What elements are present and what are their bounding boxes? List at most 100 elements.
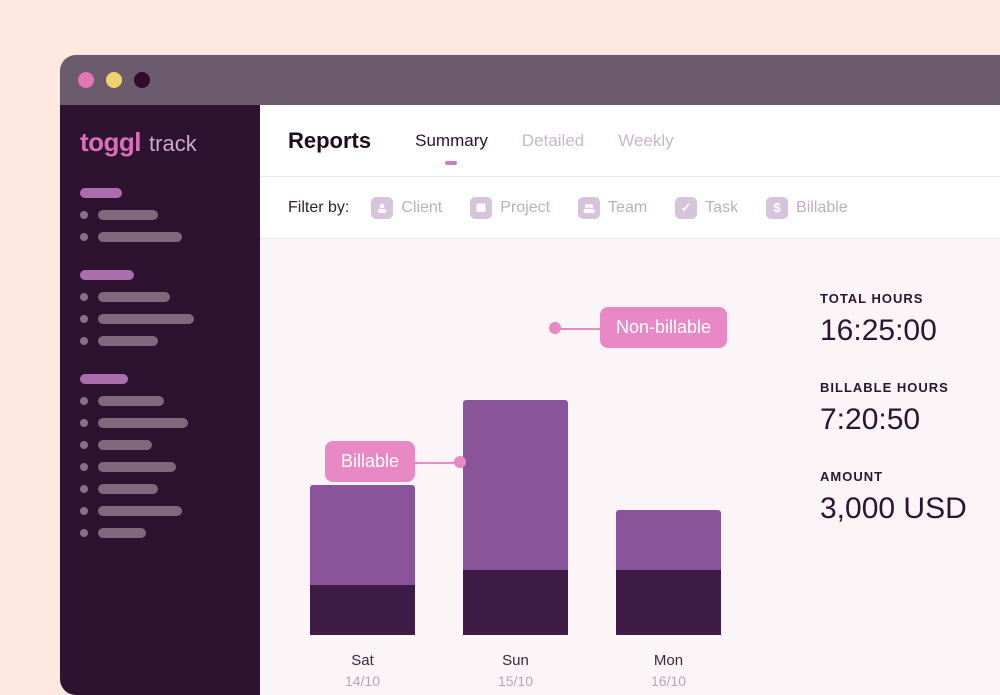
titlebar	[60, 55, 1000, 105]
sidebar-item-bullet-icon	[80, 507, 88, 515]
summary-bar-chart: Sat14/10Sun15/10Mon16/10 Non-billable Bi…	[310, 263, 780, 695]
stat-amount-value: 3,000 USD	[820, 492, 967, 526]
sidebar-item-bullet-icon	[80, 441, 88, 449]
filter-chip-client[interactable]: Client	[371, 197, 442, 219]
axis-date: 14/10	[310, 673, 415, 689]
tab-weekly[interactable]: Weekly	[616, 125, 675, 157]
sidebar-item-label-placeholder	[98, 396, 164, 406]
app-window: toggl track Reports Summary Detailed Weekl…	[60, 55, 1000, 695]
sidebar-item[interactable]	[80, 232, 240, 242]
filter-chip-label: Task	[705, 199, 738, 217]
callout-billable-label: Billable	[341, 451, 399, 472]
filter-chip-team[interactable]: Team	[578, 197, 647, 219]
filter-chip-project[interactable]: Project	[470, 197, 550, 219]
sidebar: toggl track	[60, 105, 260, 695]
sidebar-item-bullet-icon	[80, 397, 88, 405]
bar-segment-billable	[310, 585, 415, 635]
bar-segment-non-billable	[310, 485, 415, 585]
sidebar-group-header	[80, 374, 128, 384]
filter-chip-task[interactable]: ✓ Task	[675, 197, 738, 219]
window-close-dot[interactable]	[78, 72, 94, 88]
axis-day: Sun	[463, 652, 568, 669]
sidebar-item-label-placeholder	[98, 232, 182, 242]
bar-segment-non-billable	[616, 510, 721, 570]
sidebar-item-bullet-icon	[80, 419, 88, 427]
stat-total-hours-label: TOTAL HOURS	[820, 291, 967, 306]
sidebar-group	[80, 374, 240, 538]
sidebar-group-header	[80, 188, 122, 198]
task-icon: ✓	[675, 197, 697, 219]
filter-chip-label: Client	[401, 199, 442, 217]
tab-summary[interactable]: Summary	[413, 125, 490, 157]
sidebar-item-bullet-icon	[80, 337, 88, 345]
billable-icon: $	[766, 197, 788, 219]
brand-sub: track	[149, 131, 197, 157]
client-icon	[371, 197, 393, 219]
axis-day: Mon	[616, 652, 721, 669]
sidebar-item-label-placeholder	[98, 418, 188, 428]
sidebar-item-label-placeholder	[98, 462, 176, 472]
bar-stack[interactable]	[310, 485, 415, 635]
bar-mon	[616, 510, 721, 635]
window-minimize-dot[interactable]	[106, 72, 122, 88]
brand-main: toggl	[80, 127, 141, 158]
sidebar-group-header	[80, 270, 134, 280]
sidebar-item-label-placeholder	[98, 506, 182, 516]
axis-label: Sat 14/10	[310, 652, 415, 689]
bar-stack[interactable]	[463, 400, 568, 635]
callout-non-billable: Non-billable	[600, 307, 727, 348]
axis-date: 16/10	[616, 673, 721, 689]
brand: toggl track	[80, 127, 240, 158]
callout-non-billable-label: Non-billable	[616, 317, 711, 338]
sidebar-item-label-placeholder	[98, 210, 158, 220]
sidebar-item-bullet-icon	[80, 211, 88, 219]
sidebar-item[interactable]	[80, 418, 240, 428]
stat-amount: AMOUNT 3,000 USD	[820, 469, 967, 526]
team-icon	[578, 197, 600, 219]
sidebar-item-label-placeholder	[98, 336, 158, 346]
project-icon	[470, 197, 492, 219]
sidebar-item[interactable]	[80, 314, 240, 324]
sidebar-item-label-placeholder	[98, 484, 158, 494]
content: Sat14/10Sun15/10Mon16/10 Non-billable Bi…	[260, 239, 1000, 695]
sidebar-item[interactable]	[80, 292, 240, 302]
callout-billable: Billable	[325, 441, 415, 482]
sidebar-item[interactable]	[80, 462, 240, 472]
filter-chip-label: Billable	[796, 199, 848, 217]
filter-chip-label: Project	[500, 199, 550, 217]
stat-billable-hours-value: 7:20:50	[820, 403, 967, 437]
sidebar-item[interactable]	[80, 210, 240, 220]
sidebar-item[interactable]	[80, 484, 240, 494]
sidebar-item[interactable]	[80, 506, 240, 516]
page-title: Reports	[288, 128, 371, 154]
stat-billable-hours-label: BILLABLE HOURS	[820, 380, 967, 395]
axis-day: Sat	[310, 652, 415, 669]
sidebar-item-label-placeholder	[98, 292, 170, 302]
sidebar-item-label-placeholder	[98, 440, 152, 450]
stat-total-hours: TOTAL HOURS 16:25:00	[820, 291, 967, 348]
sidebar-item[interactable]	[80, 440, 240, 450]
bar-sat	[310, 485, 415, 635]
filter-bar: Filter by: ClientProjectTeam✓Task$Billab…	[260, 177, 1000, 239]
sidebar-item-bullet-icon	[80, 485, 88, 493]
sidebar-item[interactable]	[80, 336, 240, 346]
filter-chip-label: Team	[608, 199, 647, 217]
sidebar-item[interactable]	[80, 396, 240, 406]
header: Reports Summary Detailed Weekly	[260, 105, 1000, 177]
filter-chip-billable[interactable]: $ Billable	[766, 197, 848, 219]
bar-stack[interactable]	[616, 510, 721, 635]
tab-detailed[interactable]: Detailed	[520, 125, 586, 157]
sidebar-item-label-placeholder	[98, 314, 194, 324]
window-zoom-dot[interactable]	[134, 72, 150, 88]
sidebar-item-label-placeholder	[98, 528, 146, 538]
sidebar-item-bullet-icon	[80, 233, 88, 241]
sidebar-item-bullet-icon	[80, 293, 88, 301]
main-panel: Reports SummaryDetailedWeekly Filter by:…	[260, 105, 1000, 695]
bar-segment-non-billable	[463, 400, 568, 570]
sidebar-group	[80, 270, 240, 346]
stat-amount-label: AMOUNT	[820, 469, 967, 484]
sidebar-item[interactable]	[80, 528, 240, 538]
sidebar-item-bullet-icon	[80, 315, 88, 323]
stat-total-hours-value: 16:25:00	[820, 314, 967, 348]
sidebar-group	[80, 188, 240, 242]
